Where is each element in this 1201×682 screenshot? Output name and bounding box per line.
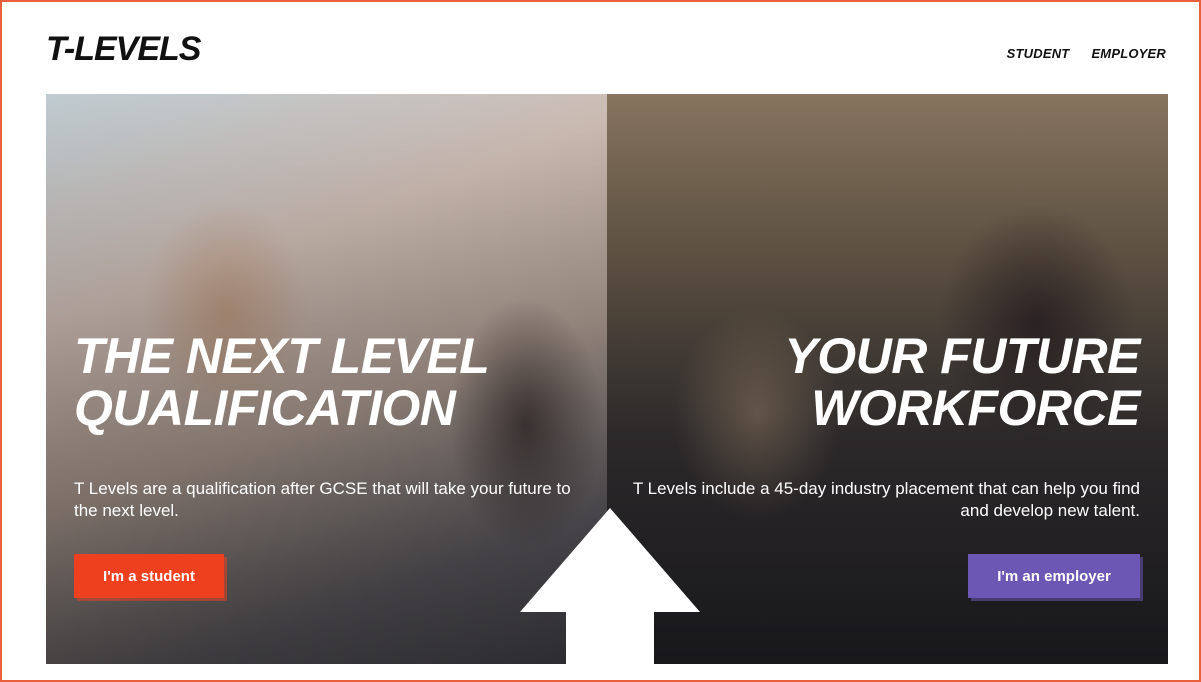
site-header: T-LEVELS STUDENT EMPLOYER [2, 2, 1199, 94]
nav-student-link[interactable]: STUDENT [1007, 46, 1070, 61]
hero-section: THE NEXT LEVEL QUALIFICATION T Levels ar… [46, 94, 1168, 664]
employer-headline-line-2: WORKFORCE [811, 380, 1140, 436]
employer-headline-line-1: YOUR FUTURE [784, 328, 1140, 384]
im-a-student-button[interactable]: I'm a student [74, 554, 224, 598]
student-headline-line-1: THE NEXT LEVEL [74, 328, 490, 384]
nav-employer-link[interactable]: EMPLOYER [1091, 46, 1166, 61]
student-headline: THE NEXT LEVEL QUALIFICATION [74, 328, 490, 436]
student-description: T Levels are a qualification after GCSE … [74, 479, 571, 520]
student-headline-line-2: QUALIFICATION [74, 380, 456, 436]
top-nav: STUDENT EMPLOYER [1007, 46, 1166, 61]
im-an-employer-button[interactable]: I'm an employer [968, 554, 1140, 598]
employer-headline: YOUR FUTURE WORKFORCE [784, 330, 1140, 434]
up-arrow-icon [520, 508, 700, 664]
t-levels-logo[interactable]: T-LEVELS [46, 30, 201, 69]
